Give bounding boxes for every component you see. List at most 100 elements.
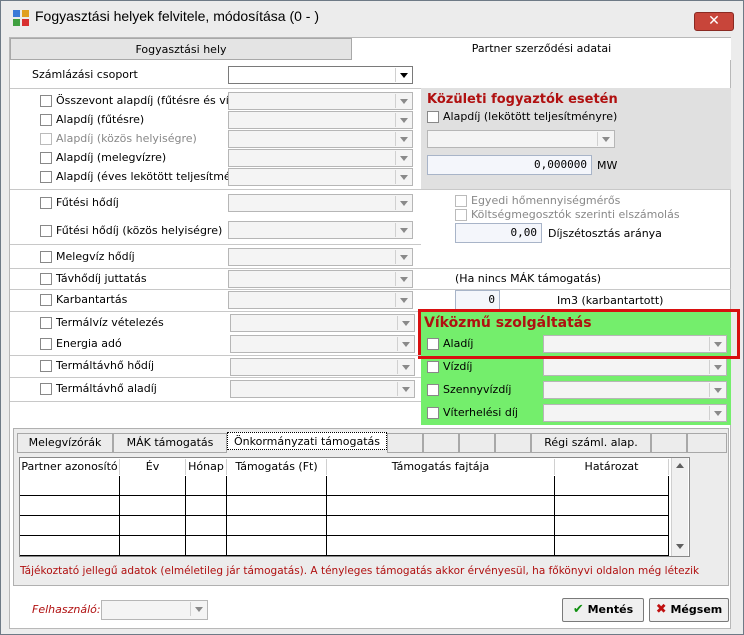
table-cell[interactable] [227,476,327,496]
grid-header-fajta[interactable]: Támogatás fajtája [327,459,555,475]
egyedi-checkbox[interactable] [455,195,467,207]
tab-melegvizorak[interactable]: Melegvízórák [17,433,113,453]
scroll-down-icon[interactable] [676,544,684,549]
alapdij-futesre-checkbox[interactable] [40,114,52,126]
szennyvizdij-combo[interactable] [543,381,727,399]
viterhelesi-combo[interactable] [543,404,727,422]
table-cell[interactable] [20,476,120,496]
grid-header-honap[interactable]: Hónap [186,459,227,475]
divider [10,88,421,89]
tab-fogyasztasi-hely[interactable]: Fogyasztási hely [10,38,352,60]
tab-regi-szaml[interactable]: Régi száml. alap. [531,433,651,453]
alapdij-futesre-combo[interactable] [228,111,413,129]
chevron-down-icon [395,196,411,210]
table-cell[interactable] [20,536,120,556]
table-cell[interactable] [186,496,227,516]
cancel-button[interactable]: ✖ Mégsem [649,598,729,622]
tab-onkormanyzati[interactable]: Önkormányzati támogatás [227,432,387,450]
futesi-hodij-kozos-combo[interactable] [228,221,413,239]
kozuleti-combo[interactable] [427,130,615,148]
table-cell[interactable] [20,496,120,516]
futesi-hodij-checkbox[interactable] [40,197,52,209]
table-cell[interactable] [327,516,555,536]
koltseg-label: Költségmegosztók szerinti elszámolás [471,208,680,221]
termaltavho-hodij-combo[interactable] [230,358,415,376]
tab-partner-szerzodesi-adatai[interactable]: Partner szerződési adatai [352,38,731,60]
viterhelesi-checkbox[interactable] [427,407,439,419]
tavhodij-juttatas-combo[interactable] [228,270,413,288]
user-combo[interactable] [101,600,208,620]
termaltavho-aladij-checkbox[interactable] [40,383,52,395]
table-cell[interactable] [186,536,227,556]
grid-header-partner[interactable]: Partner azonosító [20,459,120,475]
melegviz-hodij-checkbox[interactable] [40,251,52,263]
karbantartas-checkbox[interactable] [40,294,52,306]
table-cell[interactable] [555,496,669,516]
save-label: Mentés [587,603,634,616]
table-cell[interactable] [555,476,669,496]
alapdij-melegvizre-combo[interactable] [228,149,413,167]
alapdij-eves-combo[interactable] [228,168,413,186]
scroll-up-icon[interactable] [676,463,684,468]
termalviz-combo[interactable] [230,314,415,332]
osszevont-alapdij-label: Összevont alapdíj (fűtésre és vízre) [56,94,250,107]
grid-scrollbar[interactable] [671,458,688,556]
table-cell[interactable] [555,536,669,556]
termaltavho-aladij-combo[interactable] [230,380,415,398]
table-cell[interactable] [186,516,227,536]
szamlazasi-csoport-combo[interactable] [228,66,413,84]
vizdij-combo[interactable] [543,358,727,376]
table-cell[interactable] [555,516,669,536]
save-button[interactable]: ✔ Mentés [562,598,644,622]
tab-mak-tamogatas[interactable]: MÁK támogatás [113,433,227,453]
tab-empty-1[interactable] [387,433,423,453]
table-cell[interactable] [327,496,555,516]
table-cell[interactable] [120,516,186,536]
alapdij-kozos-checkbox[interactable] [40,133,52,145]
alapdij-eves-checkbox[interactable] [40,171,52,183]
vizdij-checkbox[interactable] [427,361,439,373]
szennyvizdij-checkbox[interactable] [427,384,439,396]
table-cell[interactable] [120,476,186,496]
termalviz-checkbox[interactable] [40,317,52,329]
energia-ado-checkbox[interactable] [40,338,52,350]
melegviz-hodij-combo[interactable] [228,248,413,266]
tab-empty-3[interactable] [459,433,495,453]
termaltavho-hodij-checkbox[interactable] [40,360,52,372]
koltseg-checkbox[interactable] [455,209,467,221]
table-cell[interactable] [227,536,327,556]
table-cell[interactable] [327,476,555,496]
chevron-down-icon [397,337,413,351]
futesi-hodij-kozos-checkbox[interactable] [40,225,52,237]
im3-field[interactable]: 0 [455,290,500,310]
energia-ado-combo[interactable] [230,335,415,353]
mw-value-field[interactable]: 0,000000 [427,155,592,175]
tab-empty-2[interactable] [423,433,459,453]
table-cell[interactable] [120,496,186,516]
tab-empty-6[interactable] [687,433,727,453]
tab-empty-4[interactable] [495,433,531,453]
viterhelesi-label: Víterhelési díj [443,406,518,419]
alapdij-lekotott-checkbox[interactable] [427,111,439,123]
tab-empty-5[interactable] [651,433,687,453]
dijszetosztas-field[interactable]: 0,00 [455,223,542,243]
osszevont-alapdij-combo[interactable] [228,92,413,110]
futesi-hodij-combo[interactable] [228,194,413,212]
app-icon [13,10,29,26]
table-cell[interactable] [186,476,227,496]
tavhodij-juttatas-checkbox[interactable] [40,273,52,285]
grid-header-ev[interactable]: Év [120,459,186,475]
close-button[interactable]: ✕ [694,12,734,31]
grid-header-hatarozat[interactable]: Határozat [555,459,669,475]
alapdij-melegvizre-checkbox[interactable] [40,152,52,164]
table-cell[interactable] [327,536,555,556]
chevron-down-icon [395,68,411,82]
table-cell[interactable] [120,536,186,556]
table-cell[interactable] [20,516,120,536]
alapdij-kozos-combo[interactable] [228,130,413,148]
grid-header-tamogatas[interactable]: Támogatás (Ft) [227,459,327,475]
table-cell[interactable] [227,516,327,536]
table-cell[interactable] [227,496,327,516]
karbantartas-combo[interactable] [228,291,413,309]
osszevont-alapdij-checkbox[interactable] [40,95,52,107]
